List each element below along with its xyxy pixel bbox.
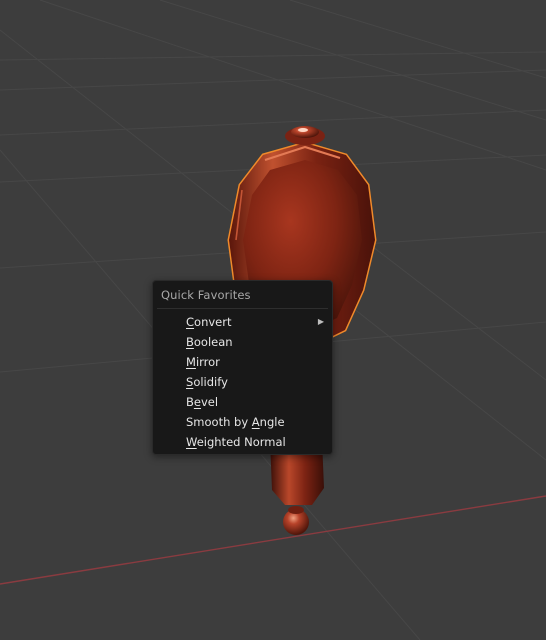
quick-favorites-menu: Quick Favorites Convert ▶ Boolean Mirror…: [152, 280, 333, 455]
menu-item-hotkey-letter: B: [186, 335, 194, 349]
menu-separator: [157, 308, 328, 309]
menu-item-label-prefix: Smooth by: [186, 415, 252, 429]
menu-item-label-suffix: ngle: [259, 415, 285, 429]
menu-item-hotkey-letter: e: [193, 395, 201, 409]
menu-item-hotkey-letter: M: [186, 355, 196, 369]
menu-item-label-suffix: oolean: [193, 335, 233, 349]
menu-item-smooth-by-angle[interactable]: Smooth by Angle: [155, 412, 330, 432]
x-axis-line: [0, 495, 546, 585]
menu-item-weighted-normal[interactable]: Weighted Normal: [155, 432, 330, 452]
menu-item-boolean[interactable]: Boolean: [155, 332, 330, 352]
menu-item-label-suffix: irror: [195, 355, 220, 369]
menu-item-label-suffix: vel: [200, 395, 219, 409]
menu-item-hotkey-letter: W: [186, 435, 197, 449]
menu-item-bevel[interactable]: Bevel: [155, 392, 330, 412]
menu-item-solidify[interactable]: Solidify: [155, 372, 330, 392]
menu-item-hotkey-letter: A: [251, 415, 260, 429]
menu-title: Quick Favorites: [161, 288, 251, 302]
menu-item-label-suffix: olidify: [193, 375, 228, 389]
menu-item-mirror[interactable]: Mirror: [155, 352, 330, 372]
chevron-right-icon: ▶: [317, 317, 324, 326]
menu-item-label-suffix: onvert: [194, 315, 232, 329]
menu-item-hotkey-letter: C: [186, 315, 195, 329]
3d-viewport[interactable]: Quick Favorites Convert ▶ Boolean Mirror…: [0, 0, 546, 640]
menu-item-convert[interactable]: Convert ▶: [155, 312, 330, 332]
menu-item-label-prefix: B: [186, 395, 194, 409]
menu-item-label-suffix: eighted Normal: [196, 435, 286, 449]
